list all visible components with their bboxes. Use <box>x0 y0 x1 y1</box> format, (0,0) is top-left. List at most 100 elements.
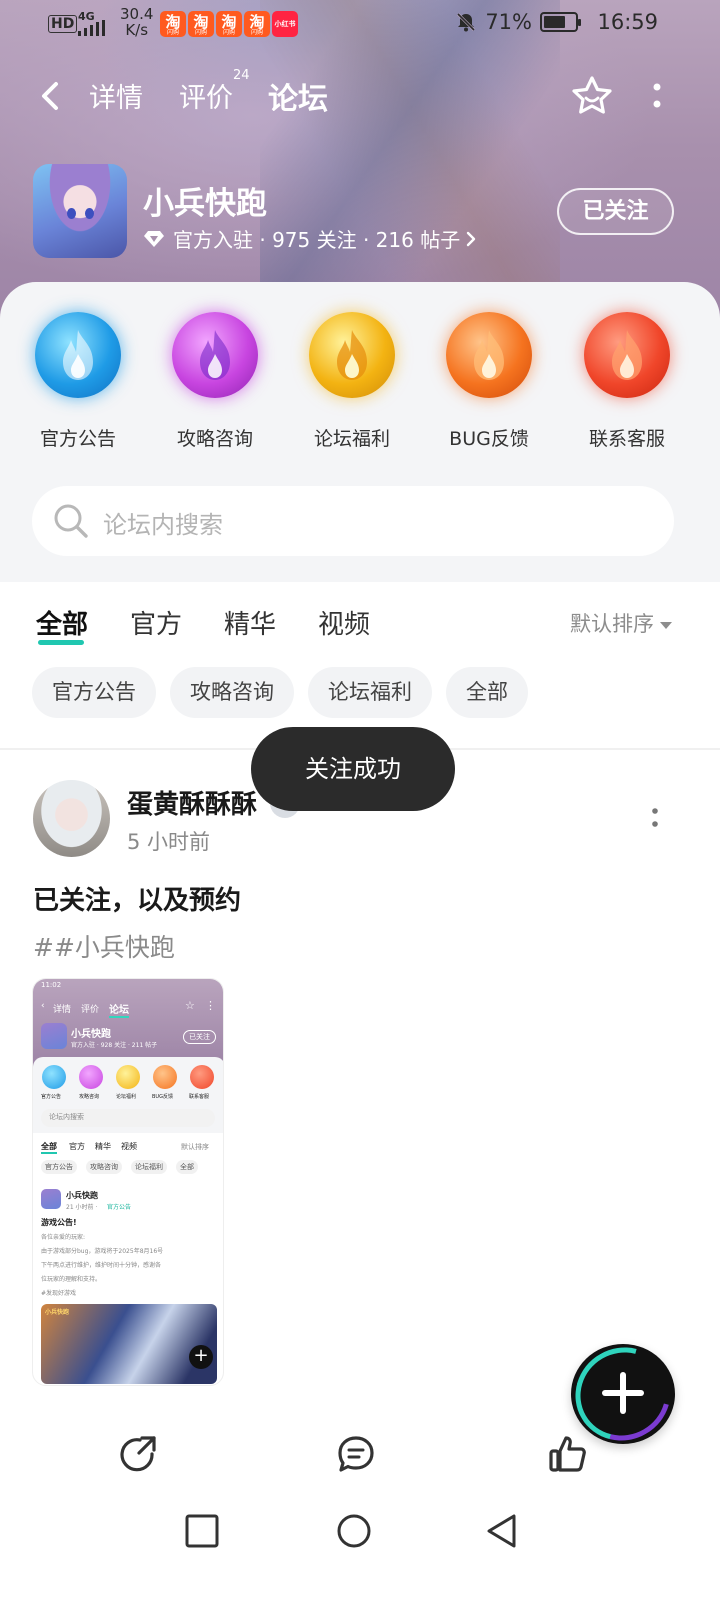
quick-link-bug-report[interactable]: BUG反馈 <box>419 312 559 451</box>
plus-icon <box>602 1372 644 1414</box>
share-icon[interactable] <box>118 1434 158 1474</box>
thumb-post-author: 小兵快跑 <box>66 1191 98 1200</box>
thumb-plus-icon: + <box>189 1345 213 1369</box>
filter-tab-official[interactable]: 官方 <box>130 604 182 641</box>
quick-link-label: 官方公告 <box>39 428 116 450</box>
thumb-filter-tab: 官方 <box>69 1142 85 1151</box>
filter-tab-featured[interactable]: 精华 <box>224 604 276 641</box>
comment-icon[interactable] <box>336 1434 376 1474</box>
post-tag[interactable]: ##小兵快跑 <box>33 928 175 964</box>
speed-unit: K/s <box>125 21 149 39</box>
xiaohongshu-icon: 小红书 <box>272 11 298 37</box>
game-meta-text: 官方入驻 · 975 关注 · 216 帖子 <box>173 228 461 252</box>
thumb-filter-tab: 视频 <box>121 1142 137 1151</box>
more-vertical-icon[interactable] <box>650 80 664 112</box>
thumb-post-avatar <box>41 1189 61 1209</box>
post-more-icon[interactable] <box>651 806 659 830</box>
thumb-post-title: 游戏公告! <box>41 1218 77 1227</box>
game-title: 小兵快跑 <box>143 186 267 222</box>
notification-apps: 淘闪购 淘闪购 淘闪购 淘闪购 小红书 <box>160 11 298 37</box>
thumb-filter-tab: 全部 <box>41 1141 57 1154</box>
post-image-thumbnail[interactable]: 11:02 ‹ 详情 评价 论坛 ☆ ⋮ 小兵快跑 官方入驻 · 928 关注 … <box>32 978 224 1386</box>
speed-value: 30.4 <box>120 5 154 23</box>
diamond-icon <box>144 230 164 247</box>
chip-guides[interactable]: 攻略咨询 <box>170 667 294 718</box>
chip-benefits[interactable]: 论坛福利 <box>308 667 432 718</box>
quick-link-label: 论坛福利 <box>313 428 390 450</box>
avatar[interactable] <box>33 780 110 857</box>
thumb-tab: 详情 <box>53 1005 72 1015</box>
thumb-search-text: 论坛内搜索 <box>49 1113 84 1121</box>
favorite-star-icon[interactable] <box>570 74 614 118</box>
game-meta-link[interactable]: 官方入驻 · 975 关注 · 216 帖子 <box>143 224 478 253</box>
thumb-post-line: 各位亲爱的玩家: <box>41 1234 86 1241</box>
quick-link-label: BUG反馈 <box>449 428 529 450</box>
thumb-quick-label: 论坛福利 <box>116 1094 137 1100</box>
thumb-post-image <box>41 1304 217 1384</box>
thumb-post-time: 21 小时前 · <box>66 1204 98 1211</box>
home-icon[interactable] <box>336 1513 372 1549</box>
quick-link-benefits[interactable]: 论坛福利 <box>282 312 422 451</box>
thumb-tab: 评价 <box>81 1005 100 1015</box>
search-placeholder: 论坛内搜索 <box>103 511 223 539</box>
filter-tab-all[interactable]: 全部 <box>36 604 88 645</box>
thumb-orb-icon <box>42 1065 66 1089</box>
network-speed: 30.4 K/s <box>120 6 153 38</box>
quick-link-announcements[interactable]: 官方公告 <box>8 312 148 451</box>
taobao-icon: 淘闪购 <box>188 11 214 37</box>
thumb-chip: 官方公告 <box>41 1160 77 1174</box>
flame-orb-icon <box>309 312 395 398</box>
thumb-chip: 论坛福利 <box>131 1160 167 1174</box>
status-right: 71% <box>455 10 581 34</box>
recent-apps-icon[interactable] <box>184 1513 220 1549</box>
tab-reviews[interactable]: 评价 <box>179 76 233 115</box>
logo-eye <box>85 208 94 219</box>
signal-icon <box>78 20 105 36</box>
quick-link-label: 联系客服 <box>588 428 665 450</box>
tab-details[interactable]: 详情 <box>89 76 143 115</box>
back-arrow-icon[interactable] <box>36 78 66 114</box>
system-back-icon[interactable] <box>484 1513 520 1549</box>
quick-link-label: 攻略咨询 <box>176 428 253 450</box>
thumb-quick-label: 攻略咨询 <box>79 1094 100 1100</box>
tab-forum[interactable]: 论坛 <box>268 74 328 118</box>
thumb-orb-icon <box>116 1065 140 1089</box>
thumb-image-logo: 小兵快跑 <box>45 1309 70 1316</box>
category-chips: 官方公告 攻略咨询 论坛福利 全部 <box>32 667 528 718</box>
filter-tab-video[interactable]: 视频 <box>318 604 370 641</box>
battery-fill <box>544 16 566 28</box>
chip-all[interactable]: 全部 <box>446 667 528 718</box>
flame-orb-icon <box>35 312 121 398</box>
toast-message: 关注成功 <box>251 727 455 811</box>
search-icon <box>54 504 88 538</box>
quick-link-customer-service[interactable]: 联系客服 <box>557 312 697 451</box>
thumb-sort: 默认排序 <box>181 1143 209 1151</box>
thumb-orb-icon <box>153 1065 177 1089</box>
taobao-icon: 淘闪购 <box>244 11 270 37</box>
mute-bell-icon <box>457 12 476 32</box>
taobao-icon: 淘闪购 <box>160 11 186 37</box>
battery-icon <box>540 12 581 32</box>
post-title[interactable]: 已关注，以及预约 <box>33 880 241 917</box>
caret-down-icon <box>660 621 672 629</box>
like-icon[interactable] <box>548 1434 588 1474</box>
sort-dropdown[interactable]: 默认排序 <box>570 608 672 638</box>
thumb-follow: 已关注 <box>183 1030 216 1044</box>
quick-link-guides[interactable]: 攻略咨询 <box>145 312 285 451</box>
status-bar: HD 4G 30.4 K/s 淘闪购 淘闪购 淘闪购 淘闪购 小红书 71% 1… <box>0 0 720 48</box>
post-author[interactable]: 蛋黄酥酥酥 <box>127 784 257 821</box>
top-nav: 详情 评价 24 论坛 <box>0 64 720 128</box>
thumb-post-line: 位玩家的理解和支持。 <box>41 1276 102 1283</box>
thumb-time: 11:02 <box>41 981 62 989</box>
logo-eye <box>67 208 76 219</box>
forum-card: 官方公告 攻略咨询 论坛福利 BUG反馈 联系客服 论坛内搜索 <box>0 282 720 582</box>
flame-orb-icon <box>584 312 670 398</box>
chip-announcements[interactable]: 官方公告 <box>32 667 156 718</box>
follow-button[interactable]: 已关注 <box>557 188 674 235</box>
thumb-game-meta: 官方入驻 · 928 关注 · 211 帖子 <box>71 1042 158 1049</box>
create-post-button[interactable] <box>558 1330 688 1458</box>
search-bar[interactable]: 论坛内搜索 <box>32 486 674 556</box>
thumb-chip: 全部 <box>176 1160 198 1174</box>
chevron-right-icon <box>467 231 476 246</box>
game-logo[interactable] <box>33 164 127 258</box>
